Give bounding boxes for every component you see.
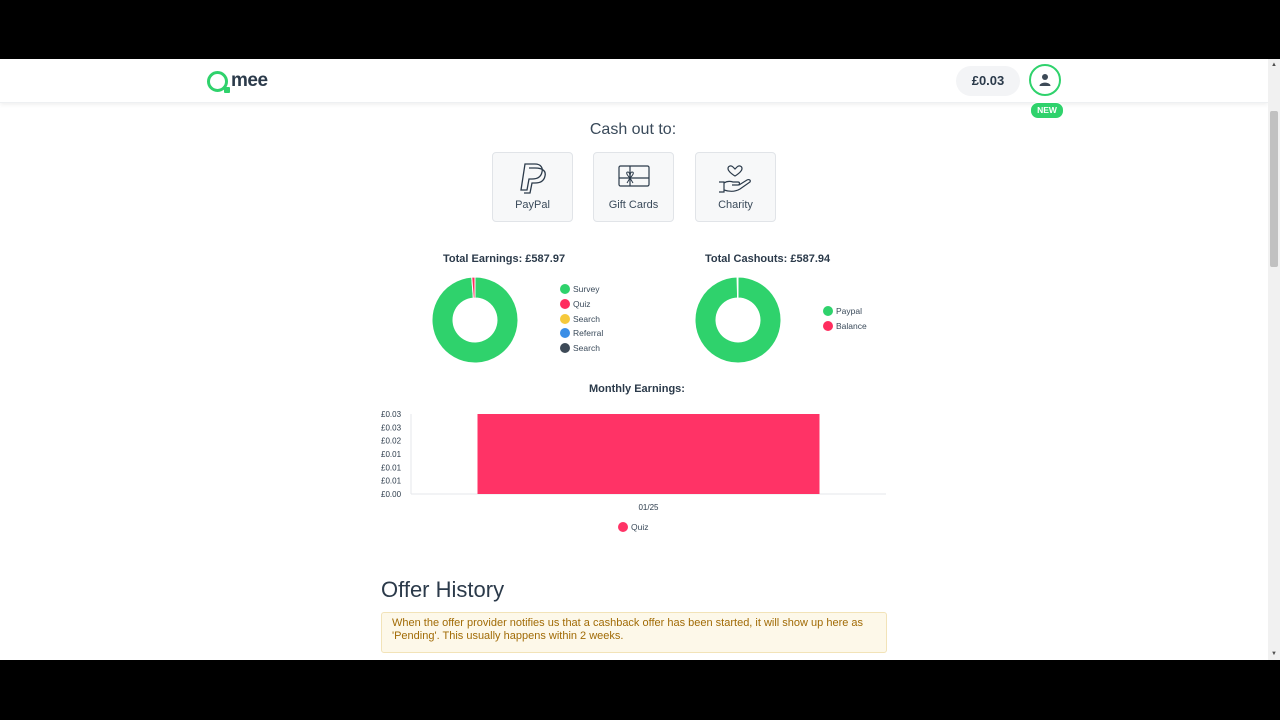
y-tick-label: £0.01	[381, 477, 402, 486]
profile-button[interactable]	[1029, 64, 1061, 96]
legend-dot	[560, 343, 570, 354]
legend-label: Balance	[836, 321, 867, 332]
scroll-up-icon[interactable]: ▲	[1270, 61, 1278, 69]
legend-label: Referral	[573, 328, 604, 339]
bar-01-25	[477, 414, 820, 494]
legend-dot	[618, 522, 628, 532]
offer-history-title: Offer History	[381, 577, 505, 602]
gift-card-icon	[618, 165, 650, 187]
legend-label: Quiz	[573, 299, 591, 310]
legend-dot	[560, 284, 570, 295]
balance-pill[interactable]: £0.03	[956, 66, 1020, 96]
user-icon	[1039, 74, 1051, 86]
legend-label: Search	[573, 313, 600, 324]
cashouts-donut-chart	[694, 276, 782, 364]
y-tick-label: £0.01	[381, 450, 402, 459]
total-cashouts-title: Total Cashouts: £587.94	[705, 253, 831, 265]
legend-dot	[823, 321, 833, 332]
top-header: mee £0.03	[0, 59, 1268, 103]
legend-item: Search	[560, 341, 603, 356]
legend-dot	[560, 313, 570, 324]
legend-label: Search	[573, 343, 600, 354]
cashout-paypal-button[interactable]: PayPal	[492, 152, 573, 222]
scroll-thumb[interactable]	[1270, 111, 1278, 267]
qmee-logo[interactable]: mee	[207, 69, 268, 93]
legend-dot	[560, 299, 570, 310]
earnings-donut-chart	[431, 276, 519, 364]
monthly-earnings-title: Monthly Earnings:	[589, 383, 685, 395]
legend-label: Paypal	[836, 306, 862, 317]
legend-item: Search	[560, 311, 603, 326]
cashout-charity-label: Charity	[718, 199, 753, 211]
legend-item: Paypal	[823, 304, 867, 319]
legend-dot	[560, 328, 570, 339]
scroll-down-icon[interactable]: ▼	[1270, 650, 1278, 658]
legend-item: Survey	[560, 282, 603, 297]
legend-label: Quiz	[631, 522, 648, 532]
legend-item: Quiz	[560, 297, 603, 312]
new-badge: NEW	[1030, 102, 1064, 119]
cashout-title: Cash out to:	[589, 121, 677, 138]
earnings-legend: Survey Quiz Search Referral Search	[560, 282, 603, 355]
y-tick-label: £0.01	[381, 463, 402, 472]
cashout-gift-cards-button[interactable]: Gift Cards	[593, 152, 674, 222]
x-tick-label: 01/25	[638, 503, 659, 512]
cashout-gift-cards-label: Gift Cards	[608, 199, 659, 211]
offer-history-note: When the offer provider notifies us that…	[381, 612, 887, 653]
qmee-logo-q-icon	[207, 70, 230, 93]
y-tick-label: £0.00	[381, 490, 402, 499]
browser-viewport: mee £0.03 NEW Cash out to: PayPal Gift C…	[0, 59, 1280, 660]
cashouts-legend: Paypal Balance	[823, 304, 867, 333]
legend-item: Referral	[560, 326, 603, 341]
y-tick-label: £0.03	[381, 423, 402, 432]
total-earnings-title: Total Earnings: £587.97	[443, 253, 566, 265]
legend-label: Survey	[573, 284, 600, 295]
paypal-icon	[520, 163, 546, 194]
page-scrollbar[interactable]: ▲ ▼	[1268, 59, 1280, 660]
cashout-charity-button[interactable]: Charity	[695, 152, 776, 222]
monthly-earnings-bar-chart: £0.03 £0.03 £0.02 £0.01 £0.01 £0.01 £0.00 01/25…	[381, 410, 886, 532]
qmee-logo-text: mee	[231, 70, 268, 91]
legend-dot	[823, 306, 833, 317]
legend-item: Balance	[823, 319, 867, 334]
donut-slice-balance	[736, 276, 739, 299]
cashout-paypal-label: PayPal	[515, 199, 550, 211]
charity-hand-heart-icon	[719, 165, 751, 193]
y-tick-label: £0.02	[381, 437, 402, 446]
y-tick-label: £0.03	[381, 410, 402, 419]
